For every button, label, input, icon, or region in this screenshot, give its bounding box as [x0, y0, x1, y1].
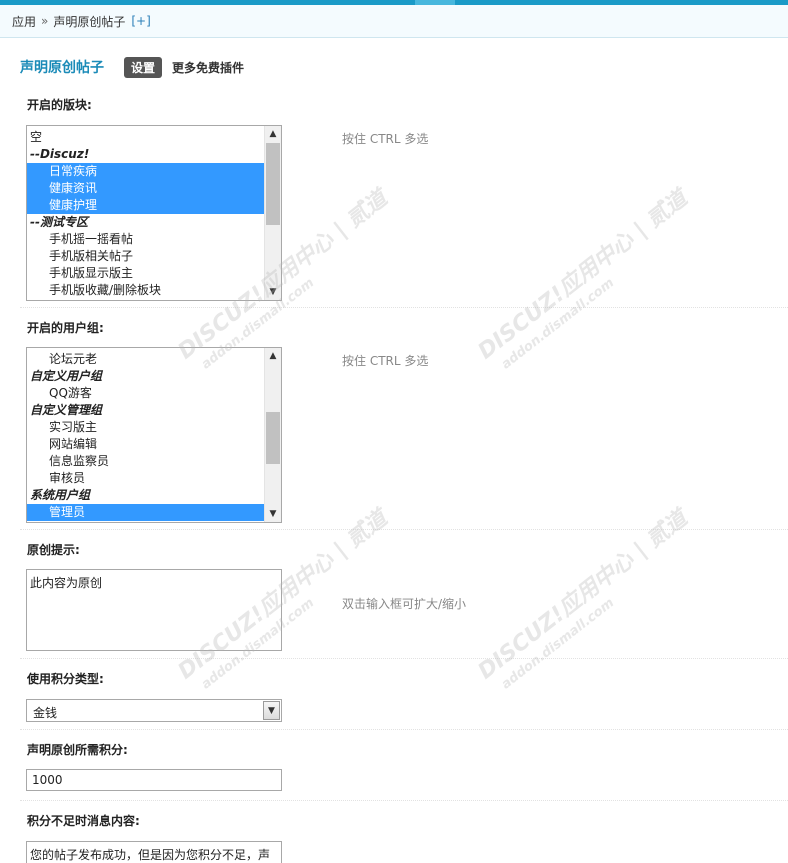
scroll-down-icon[interactable]: ▼: [265, 284, 281, 300]
list-option[interactable]: QQ游客: [27, 385, 264, 402]
list-option[interactable]: 审核员: [27, 470, 264, 487]
forums-scrollbar[interactable]: ▲ ▼: [264, 126, 281, 300]
divider: [20, 307, 788, 308]
breadcrumb-separator: »: [41, 14, 49, 28]
scrollbar-thumb[interactable]: [266, 143, 280, 225]
watermark-brand: DISCUZ!应用中心: [473, 547, 640, 685]
chevron-down-icon[interactable]: ▼: [263, 701, 280, 720]
list-option[interactable]: --测试专区: [27, 214, 264, 231]
usergroups-hint: 按住 CTRL 多选: [342, 354, 429, 368]
list-option[interactable]: 信息监察员: [27, 453, 264, 470]
list-option[interactable]: 系统用户组: [27, 487, 264, 504]
forums-listbox[interactable]: 空 --Discuz! 日常疾病 健康资讯 健康护理 --测试专区 手机摇一摇看帖 手机版相关…: [26, 125, 282, 301]
watermark-brand: DISCUZ!应用中心: [473, 227, 640, 365]
list-option[interactable]: 健康资讯: [27, 180, 264, 197]
breadcrumb-root-link[interactable]: 应用: [12, 13, 36, 30]
breadcrumb: 应用 » 声明原创帖子 [+]: [0, 5, 788, 38]
page-title: 声明原创帖子: [20, 60, 104, 76]
scrollbar-thumb[interactable]: [266, 412, 280, 464]
watermark-mark: 贰道: [642, 186, 693, 233]
more-plugins-link[interactable]: 更多免费插件: [172, 59, 244, 76]
usergroups-label: 开启的用户组:: [27, 321, 104, 335]
list-option[interactable]: 自定义用户组: [27, 368, 264, 385]
insufficient-msg-textarea[interactable]: 您的帖子发布成功，但是因为您积分不足，声: [26, 841, 282, 863]
usergroups-scrollbar[interactable]: ▲ ▼: [264, 348, 281, 522]
forums-label: 开启的版块:: [27, 98, 92, 112]
list-option[interactable]: 管理员: [27, 504, 264, 521]
breadcrumb-current: 声明原创帖子: [53, 14, 126, 29]
list-option[interactable]: 论坛元老: [27, 351, 264, 368]
insufficient-msg-label: 积分不足时消息内容:: [27, 814, 140, 828]
watermark-url: addon.dismall.com: [498, 595, 618, 693]
watermark-mark: 贰道: [342, 186, 393, 233]
list-option[interactable]: 手机版收藏/删除板块: [27, 282, 264, 299]
divider: [20, 729, 788, 730]
forums-hint: 按住 CTRL 多选: [342, 132, 429, 146]
credit-type-select[interactable]: 金钱 ▼: [26, 699, 282, 722]
list-option[interactable]: 手机版相关帖子: [27, 248, 264, 265]
watermark-url: addon.dismall.com: [498, 275, 618, 373]
credit-type-value: 金钱: [33, 706, 58, 720]
scroll-up-icon[interactable]: ▲: [265, 348, 281, 364]
tab-settings[interactable]: 设置: [124, 56, 163, 78]
list-option[interactable]: 网站编辑: [27, 436, 264, 453]
required-credits-label: 声明原创所需积分:: [27, 743, 128, 757]
list-option[interactable]: 空: [27, 129, 264, 146]
list-option[interactable]: 手机摇一摇看帖: [27, 231, 264, 248]
usergroups-listbox[interactable]: 论坛元老 自定义用户组 QQ游客 自定义管理组 实习版主 网站编辑 信息监察员 审核员 系统用户…: [26, 347, 282, 523]
credit-type-label: 使用积分类型:: [27, 672, 104, 686]
divider: [20, 658, 788, 659]
list-option[interactable]: --Discuz!: [27, 146, 264, 163]
list-option[interactable]: 自定义管理组: [27, 402, 264, 419]
divider: [20, 800, 788, 801]
add-shortcut-link[interactable]: [+]: [131, 14, 150, 28]
required-credits-input[interactable]: 1000: [26, 769, 282, 791]
list-option[interactable]: 健康护理: [27, 197, 264, 214]
page-header: 声明原创帖子 设置 更多免费插件: [20, 56, 244, 78]
divider: [20, 529, 788, 530]
original-tip-hint: 双击输入框可扩大/缩小: [342, 597, 467, 611]
list-option[interactable]: 实习版主: [27, 419, 264, 436]
watermark: DISCUZ!应用中心 | 贰道 addon.dismall.com: [470, 181, 703, 378]
scroll-down-icon[interactable]: ▼: [265, 506, 281, 522]
list-option[interactable]: 手机版显示版主: [27, 265, 264, 282]
original-tip-label: 原创提示:: [27, 543, 80, 557]
list-option[interactable]: 日常疾病: [27, 163, 264, 180]
original-tip-textarea[interactable]: 此内容为原创: [26, 569, 282, 651]
scroll-up-icon[interactable]: ▲: [265, 126, 281, 142]
watermark: DISCUZ!应用中心 | 贰道 addon.dismall.com: [470, 501, 703, 698]
